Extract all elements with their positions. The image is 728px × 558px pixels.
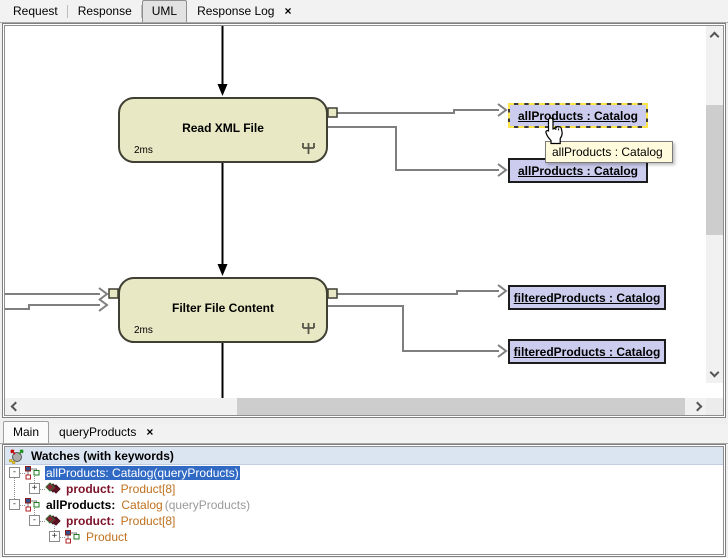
instance-stack-icon	[45, 482, 61, 496]
tab-main[interactable]: Main	[3, 421, 49, 443]
scroll-up-button[interactable]	[706, 26, 723, 43]
expand-toggle-icon[interactable]: +	[29, 483, 40, 494]
tree-row-allproducts-2[interactable]: - allProducts: Catalog(queryProducts)	[5, 497, 723, 513]
tab-uml[interactable]: UML	[142, 0, 187, 22]
activity-node-read-xml-file[interactable]: Read XML File 2ms	[118, 97, 328, 163]
vertical-scrollbar-thumb[interactable]	[706, 105, 723, 235]
object-node-filteredproducts-1[interactable]: filteredProducts : Catalog	[508, 285, 666, 310]
instance-stack-icon	[45, 514, 61, 528]
duration-label: 2ms	[134, 325, 153, 336]
chevron-down-icon	[710, 368, 720, 378]
chevron-up-icon	[710, 32, 720, 42]
tree-row-product-2[interactable]: - product: Product[8]	[5, 513, 723, 529]
bottom-tab-bar: Main queryProducts×	[0, 424, 728, 444]
tab-request[interactable]: Request	[3, 0, 68, 22]
diagram-canvas[interactable]: Read XML File 2ms Filter File Content 2m…	[5, 26, 708, 400]
class-icon	[25, 466, 40, 480]
scroll-left-button[interactable]	[5, 398, 22, 415]
fork-icon	[301, 140, 316, 155]
expand-toggle-icon[interactable]: +	[49, 531, 60, 542]
activity-title: Read XML File	[120, 121, 326, 135]
tree-row-product-class[interactable]: + Product	[5, 529, 723, 545]
chevron-left-icon	[11, 402, 21, 412]
vertical-scrollbar[interactable]	[706, 26, 723, 383]
watches-panel: Watches (with keywords) -	[2, 444, 726, 557]
tree-label: (queryProducts)	[164, 498, 251, 512]
watches-icon	[9, 448, 25, 464]
tree-label: Product[8]	[120, 482, 177, 496]
horizontal-scrollbar-thumb[interactable]	[237, 398, 685, 415]
tree-label: product:	[65, 482, 116, 496]
class-icon	[25, 498, 40, 512]
activity-node-filter-file-content[interactable]: Filter File Content 2ms	[118, 277, 328, 343]
collapse-toggle-icon[interactable]: -	[9, 499, 20, 510]
top-tab-bar: Request Response UML Response Log×	[0, 0, 728, 23]
collapse-toggle-icon[interactable]: -	[29, 515, 40, 526]
tree-label: allProducts: Catalog(queryProducts)	[45, 466, 240, 480]
class-icon	[65, 530, 80, 544]
scrollbar-corner	[706, 398, 723, 415]
collapse-toggle-icon[interactable]: -	[9, 467, 20, 478]
close-tab-icon[interactable]: ×	[284, 4, 291, 18]
scroll-down-button[interactable]	[706, 366, 723, 383]
tree-label: allProducts:	[45, 498, 116, 512]
hand-cursor-icon	[542, 117, 564, 145]
object-node-allproducts-1[interactable]: allProducts : Catalog	[508, 103, 648, 128]
watch-tree[interactable]: - allProducts: Catalog(queryProducts) +	[5, 465, 723, 555]
watches-title: Watches (with keywords)	[31, 449, 174, 463]
tree-label: Product	[85, 530, 128, 544]
tree-label: product:	[65, 514, 116, 528]
tab-queryproducts[interactable]: queryProducts×	[49, 421, 163, 443]
watches-header: Watches (with keywords)	[5, 447, 723, 465]
tree-label: Catalog	[120, 498, 163, 512]
tree-row-product-1[interactable]: + product: Product[8]	[5, 481, 723, 497]
duration-label: 2ms	[134, 145, 153, 156]
tab-response-log[interactable]: Response Log×	[187, 0, 301, 22]
activity-title: Filter File Content	[120, 301, 326, 315]
fork-icon	[301, 320, 316, 335]
uml-diagram-panel: Read XML File 2ms Filter File Content 2m…	[2, 23, 726, 418]
object-node-filteredproducts-2[interactable]: filteredProducts : Catalog	[508, 339, 666, 364]
horizontal-scrollbar[interactable]	[5, 398, 708, 415]
chevron-right-icon	[693, 402, 703, 412]
tree-label: Product[8]	[120, 514, 177, 528]
tab-response[interactable]: Response	[68, 0, 142, 22]
tree-row-allproducts-selected[interactable]: - allProducts: Catalog(queryProducts)	[5, 465, 723, 481]
tooltip: allProducts : Catalog	[545, 141, 673, 163]
close-tab-icon[interactable]: ×	[146, 425, 153, 439]
